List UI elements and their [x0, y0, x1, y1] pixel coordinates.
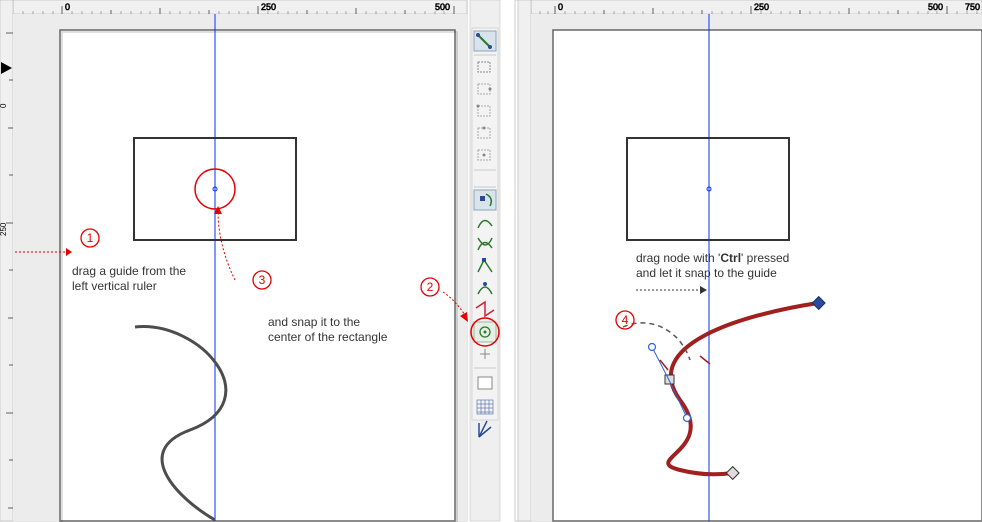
horizontal-ruler[interactable]: 0 250 500: [13, 0, 467, 14]
snap-toggle-master[interactable]: [474, 31, 496, 51]
svg-text:and let it snap to the guide: and let it snap to the guide: [636, 266, 777, 280]
svg-text:3: 3: [259, 273, 266, 287]
vertical-ruler[interactable]: 0 250: [0, 0, 13, 521]
node-handle[interactable]: [649, 344, 656, 351]
node-handle[interactable]: [684, 415, 691, 422]
svg-text:4: 4: [622, 313, 629, 327]
svg-text:1: 1: [87, 231, 94, 245]
snap-object-center[interactable]: [474, 322, 496, 342]
snap-nodes[interactable]: [474, 190, 496, 210]
svg-text:500: 500: [928, 2, 943, 12]
svg-text:left vertical ruler: left vertical ruler: [72, 279, 157, 293]
ruler-tick-label: 0: [65, 2, 70, 12]
path-node-start[interactable]: [665, 375, 674, 384]
horizontal-ruler-right[interactable]: 0 250 500 750: [531, 0, 982, 14]
ruler-tick-label: 250: [261, 2, 276, 12]
snap-toolbar: [470, 0, 500, 521]
svg-text:drag node with 'Ctrl' pressed: drag node with 'Ctrl' pressed: [636, 251, 789, 265]
svg-text:250: 250: [0, 222, 8, 236]
left-canvas-panel: 0 250 500: [0, 0, 468, 522]
svg-text:and snap it to the: and snap it to the: [268, 315, 360, 329]
ruler-tick-label: 750: [965, 2, 980, 12]
svg-text:250: 250: [754, 2, 769, 12]
right-canvas-panel: 0 250 500 750: [515, 0, 982, 521]
svg-text:2: 2: [427, 280, 434, 294]
ruler-tick-label: 500: [435, 2, 450, 12]
vertical-ruler-right[interactable]: [518, 0, 531, 521]
svg-text:center of the rectangle: center of the rectangle: [268, 330, 388, 344]
svg-text:drag a guide from the: drag a guide from the: [72, 264, 186, 278]
svg-text:0: 0: [0, 103, 8, 108]
svg-text:0: 0: [558, 2, 563, 12]
